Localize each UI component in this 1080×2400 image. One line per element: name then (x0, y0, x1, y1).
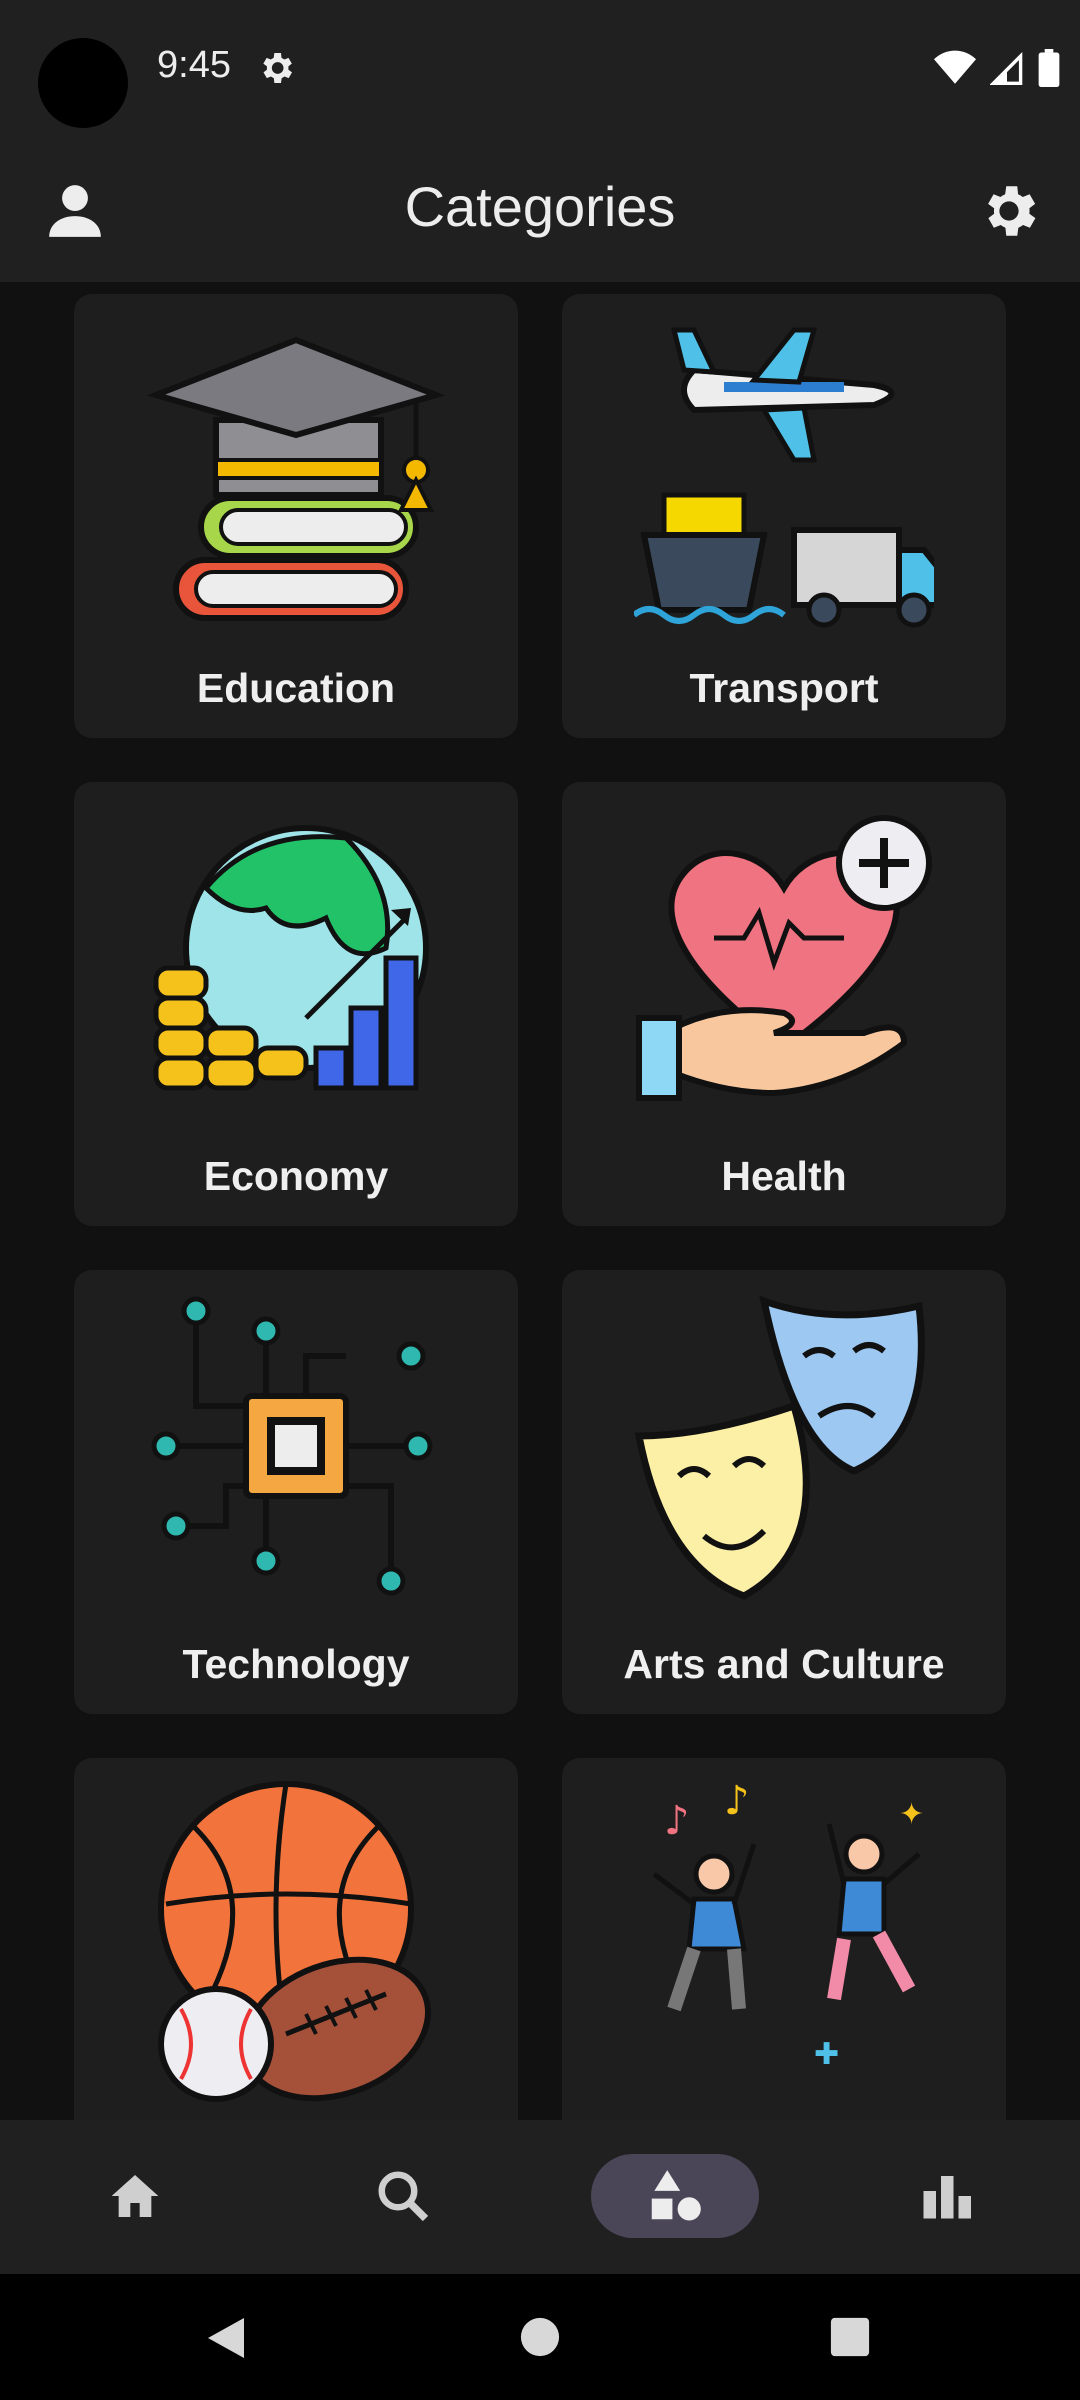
category-card-education[interactable]: Education (74, 294, 518, 738)
home-button-icon[interactable] (519, 2316, 561, 2358)
category-card-sports[interactable] (74, 1758, 518, 2120)
nav-search[interactable] (323, 2154, 483, 2238)
theater-masks-icon (634, 1295, 925, 1600)
heart-hand-icon (636, 815, 932, 1101)
nav-home[interactable] (55, 2154, 215, 2238)
category-card-economy[interactable]: Economy (74, 782, 518, 1226)
settings-notification-icon (263, 53, 292, 83)
chip-circuit-icon (151, 1296, 433, 1596)
app-bar: Categories (0, 140, 1080, 282)
category-grid: Education Transport Economy Health Techn… (0, 282, 1080, 2120)
category-card-transport[interactable]: Transport (562, 294, 1006, 738)
recents-icon[interactable] (829, 2316, 871, 2358)
svg-text:♪: ♪ (724, 1778, 750, 1824)
sports-balls-icon (158, 1781, 431, 2102)
gear-icon[interactable] (976, 178, 1042, 244)
svg-text:♪: ♪ (664, 1798, 690, 1844)
books-graduation-cap-icon (146, 336, 446, 621)
bottom-navigation (0, 2120, 1080, 2274)
globe-coins-chart-icon (153, 825, 429, 1091)
status-icons (934, 48, 1060, 88)
search-icon (378, 2171, 429, 2222)
svg-text:✦: ✦ (899, 1797, 924, 1832)
category-card-dance[interactable]: ♪ ♪ ✦ ✚ (562, 1758, 1006, 2120)
battery-icon (1038, 49, 1060, 87)
nav-categories[interactable] (591, 2154, 759, 2238)
nav-stats[interactable] (866, 2154, 1026, 2238)
wifi-icon (934, 50, 976, 84)
category-label: Education (196, 665, 396, 711)
category-label: Economy (203, 1153, 389, 1199)
category-label: Health (721, 1153, 847, 1199)
bar-chart-icon (923, 2176, 971, 2219)
system-navigation-bar (0, 2274, 1080, 2400)
category-card-technology[interactable]: Technology (74, 1270, 518, 1714)
signal-icon (990, 51, 1023, 85)
svg-text:✚: ✚ (814, 2037, 839, 2072)
status-bar: 9:45 (0, 0, 1080, 140)
page-title: Categories (404, 175, 676, 238)
category-label: Transport (689, 665, 879, 711)
category-label: Arts and Culture (623, 1641, 945, 1687)
category-label: Technology (182, 1641, 410, 1687)
shapes-icon (651, 2170, 701, 2221)
plane-ship-truck-icon (634, 327, 934, 628)
home-icon (111, 2175, 159, 2217)
status-time: 9:45 (157, 44, 231, 86)
camera-cutout (38, 38, 128, 128)
back-icon[interactable] (204, 2314, 248, 2362)
category-card-health[interactable]: Health (562, 782, 1006, 1226)
category-card-arts-and-culture[interactable]: Arts and Culture (562, 1270, 1006, 1714)
dancing-people-icon: ♪ ♪ ✦ ✚ (652, 1778, 924, 2072)
